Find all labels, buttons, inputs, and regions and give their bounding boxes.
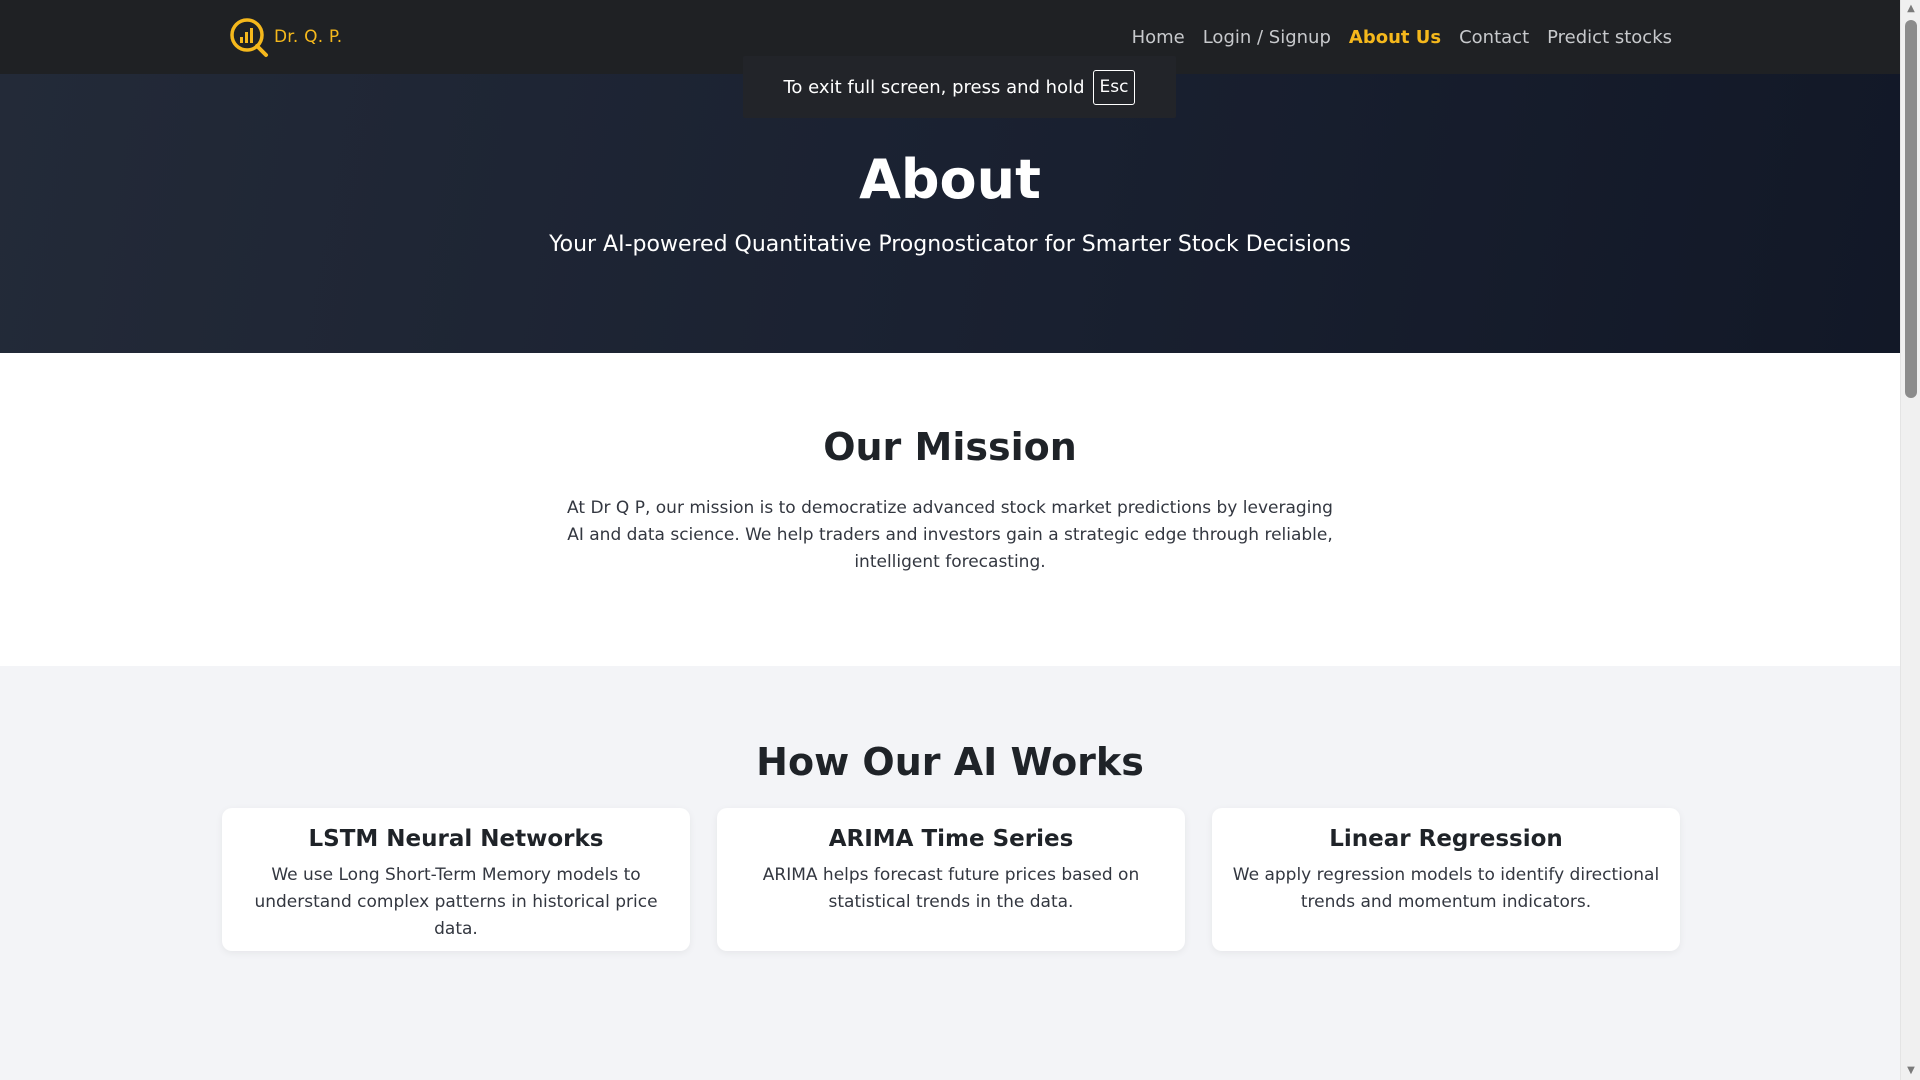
nav-links: Home Login / Signup About Us Contact Pre… [1132, 0, 1672, 74]
mission-section: Our Mission At Dr Q P, our mission is to… [0, 353, 1900, 666]
card-text: We apply regression models to identify d… [1232, 865, 1660, 912]
card-title: Linear Regression [1329, 826, 1563, 852]
fullscreen-notice-text: To exit full screen, press and hold [783, 76, 1085, 98]
method-card-lstm: LSTM Neural Networks We use Long Short-T… [222, 808, 690, 951]
vertical-scrollbar[interactable]: ▲ ▼ [1900, 0, 1920, 1080]
mission-title: Our Mission [823, 425, 1077, 469]
card-title: ARIMA Time Series [828, 826, 1074, 852]
mission-text: At Dr Q P, our mission is to democratize… [567, 498, 1333, 572]
nav-contact[interactable]: Contact [1459, 27, 1529, 48]
page-subtitle: Your AI-powered Quantitative Prognostica… [549, 232, 1351, 257]
brand[interactable]: Dr. Q. P. [228, 16, 342, 58]
nav-login-signup[interactable]: Login / Signup [1203, 27, 1331, 48]
page: Dr. Q. P. Home Login / Signup About Us C… [0, 0, 1900, 1080]
method-card-linear-regression: Linear Regression We apply regression mo… [1212, 808, 1680, 951]
card-text: We use Long Short-Term Memory models to … [254, 865, 658, 939]
card-text: ARIMA helps forecast future prices based… [762, 865, 1140, 912]
brand-name: Dr. Q. P. [274, 27, 343, 47]
method-card-arima: ARIMA Time Series ARIMA helps forecast f… [717, 808, 1185, 951]
chart-magnifier-logo-icon [230, 18, 268, 57]
how-ai-works-title: How Our AI Works [756, 740, 1144, 784]
esc-key-badge: Esc [1092, 69, 1136, 105]
fullscreen-exit-notice: To exit full screen, press and hold Esc [743, 56, 1176, 118]
scrollbar-thumb[interactable] [1905, 20, 1917, 398]
scroll-up-arrow-icon[interactable]: ▲ [1901, 0, 1920, 18]
nav-home[interactable]: Home [1132, 27, 1185, 48]
nav-predict-stocks[interactable]: Predict stocks [1547, 27, 1672, 48]
card-title: LSTM Neural Networks [308, 826, 604, 852]
scroll-down-arrow-icon[interactable]: ▼ [1901, 1062, 1920, 1080]
how-ai-works-section: How Our AI Works LSTM Neural Networks We… [0, 666, 1900, 1080]
method-cards: LSTM Neural Networks We use Long Short-T… [222, 808, 1680, 951]
page-title: About [859, 148, 1041, 211]
nav-about-us[interactable]: About Us [1349, 27, 1441, 48]
